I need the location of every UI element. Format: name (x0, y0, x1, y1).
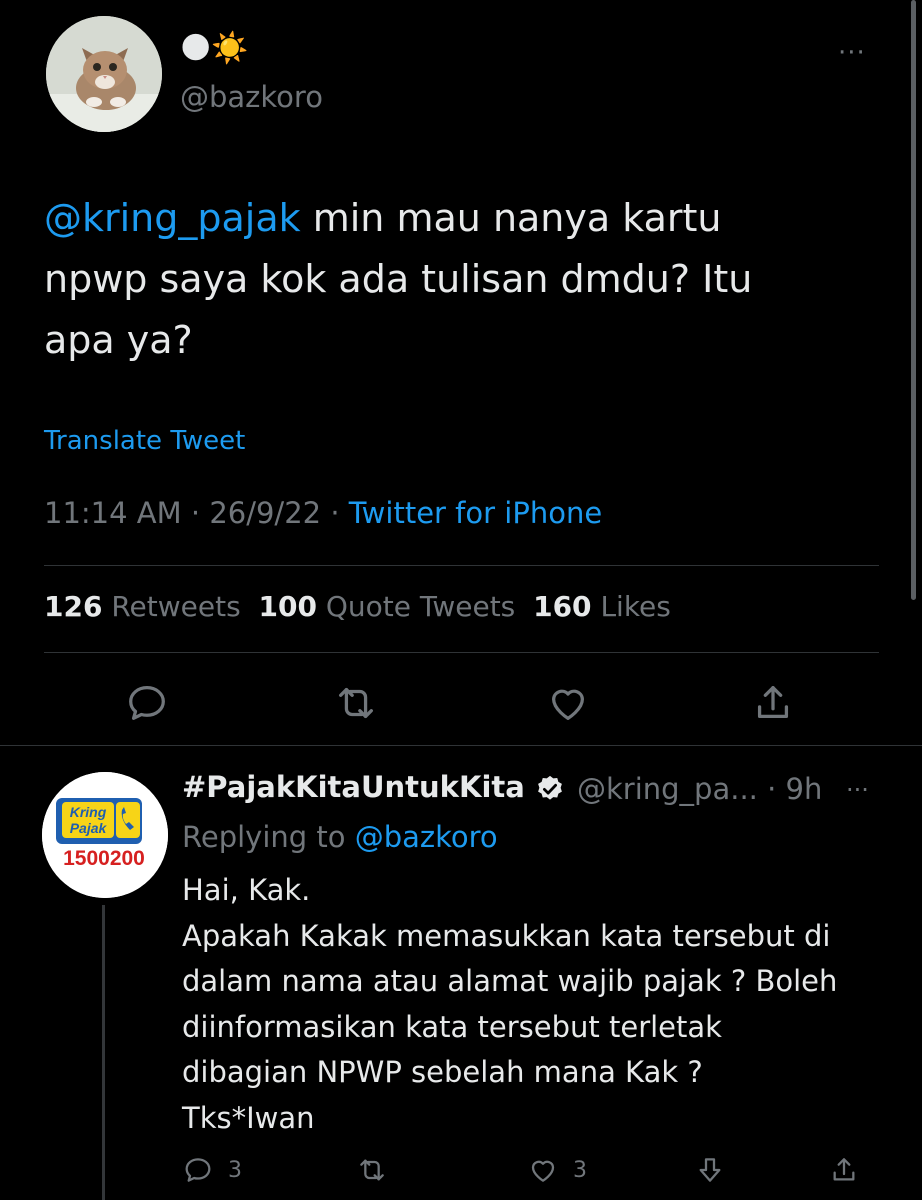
tweet-stats: 126 Retweets 100 Quote Tweets 160 Likes (44, 590, 671, 623)
logo-text-kring: Kring (70, 804, 107, 820)
reply-icon (185, 1158, 211, 1182)
scrollbar[interactable] (911, 0, 916, 600)
verified-badge-icon (535, 774, 565, 804)
meta-separator: · (321, 496, 349, 530)
cat-avatar-image (46, 16, 162, 132)
logo-text-pajak: Pajak (70, 820, 108, 836)
retweet-icon[interactable] (333, 680, 379, 726)
translate-tweet-link[interactable]: Translate Tweet (44, 426, 245, 456)
divider (44, 565, 879, 566)
tweet-text-line: min mau nanya kartu (300, 196, 722, 240)
retweet-icon (360, 1159, 384, 1181)
divider (44, 652, 879, 653)
reply-share-button[interactable] (828, 1153, 860, 1187)
reply-text-line: dibagian NPWP sebelah mana Kak ? (182, 1055, 703, 1089)
reply-avatar[interactable]: Kring Pajak 1500200 (42, 772, 168, 898)
reply-text-line: Apakah Kakak memasukkan kata tersebut di (182, 918, 831, 953)
reply-handle-time[interactable]: @kring_pa... · 9h (577, 772, 822, 806)
like-count: 3 (573, 1157, 587, 1183)
tweet-metadata: 11:14 AM · 26/9/22 · Twitter for iPhone (44, 496, 602, 530)
user-handle[interactable]: @bazkoro (180, 80, 323, 114)
tweet-date[interactable]: 26/9/22 (209, 496, 321, 530)
reply-like-button[interactable]: 3 (527, 1153, 587, 1187)
reply-text-line: Hai, Kak. (182, 873, 311, 907)
replying-mention-link[interactable]: @bazkoro (355, 820, 498, 854)
thread-line (102, 905, 105, 1200)
likes-stat[interactable]: 160 Likes (533, 590, 671, 623)
more-options-icon[interactable]: ··· (838, 38, 866, 68)
down-arrow-icon (699, 1158, 721, 1182)
reply-count: 3 (228, 1157, 242, 1183)
tweet-separator (0, 745, 922, 746)
tweet-time[interactable]: 11:14 AM (44, 496, 182, 530)
reply-text-line: diinformasikan kata tersebut terletak (182, 1009, 722, 1044)
reply-reply-button[interactable]: 3 (182, 1153, 242, 1187)
like-icon[interactable] (545, 680, 591, 726)
kring-pajak-logo: Kring Pajak 1500200 (42, 772, 168, 898)
replying-to: Replying to @bazkoro (182, 820, 498, 854)
retweets-stat[interactable]: 126 Retweets (44, 590, 241, 623)
display-name-emoji[interactable]: 🌑☀️ (180, 32, 249, 66)
tweet-text-line: npwp saya kok ada tulisan dmdu? Itu (44, 257, 753, 301)
tweet-source-link[interactable]: Twitter for iPhone (349, 496, 602, 530)
share-icon[interactable] (750, 680, 796, 726)
logo-text-number: 1500200 (63, 847, 145, 870)
reply-more-options-icon[interactable]: ··· (846, 776, 869, 804)
meta-separator: · (181, 496, 210, 530)
reply-retweet-button[interactable] (356, 1153, 388, 1187)
reply-text-line: Tks*Iwan (182, 1100, 315, 1135)
replying-label: Replying to (182, 820, 355, 854)
reply-text-line: dalam nama atau alamat wajib pajak ? Bol… (182, 964, 838, 998)
avatar[interactable] (46, 16, 162, 132)
reply-text: Hai, Kak. Apakah Kakak memasukkan kata t… (182, 868, 882, 1141)
share-icon (833, 1158, 855, 1181)
tweet-text-line: apa ya? (44, 318, 193, 362)
reply-display-name[interactable]: #PajakKitaUntukKita (182, 770, 525, 804)
quote-tweets-stat[interactable]: 100 Quote Tweets (259, 590, 516, 623)
reply-downvote-button[interactable] (694, 1153, 726, 1187)
reply-icon[interactable] (124, 680, 170, 726)
mention-link[interactable]: @kring_pajak (44, 196, 301, 240)
tweet-text: @kring_pajak min mau nanya kartu npwp sa… (44, 188, 874, 371)
like-icon (531, 1160, 555, 1182)
